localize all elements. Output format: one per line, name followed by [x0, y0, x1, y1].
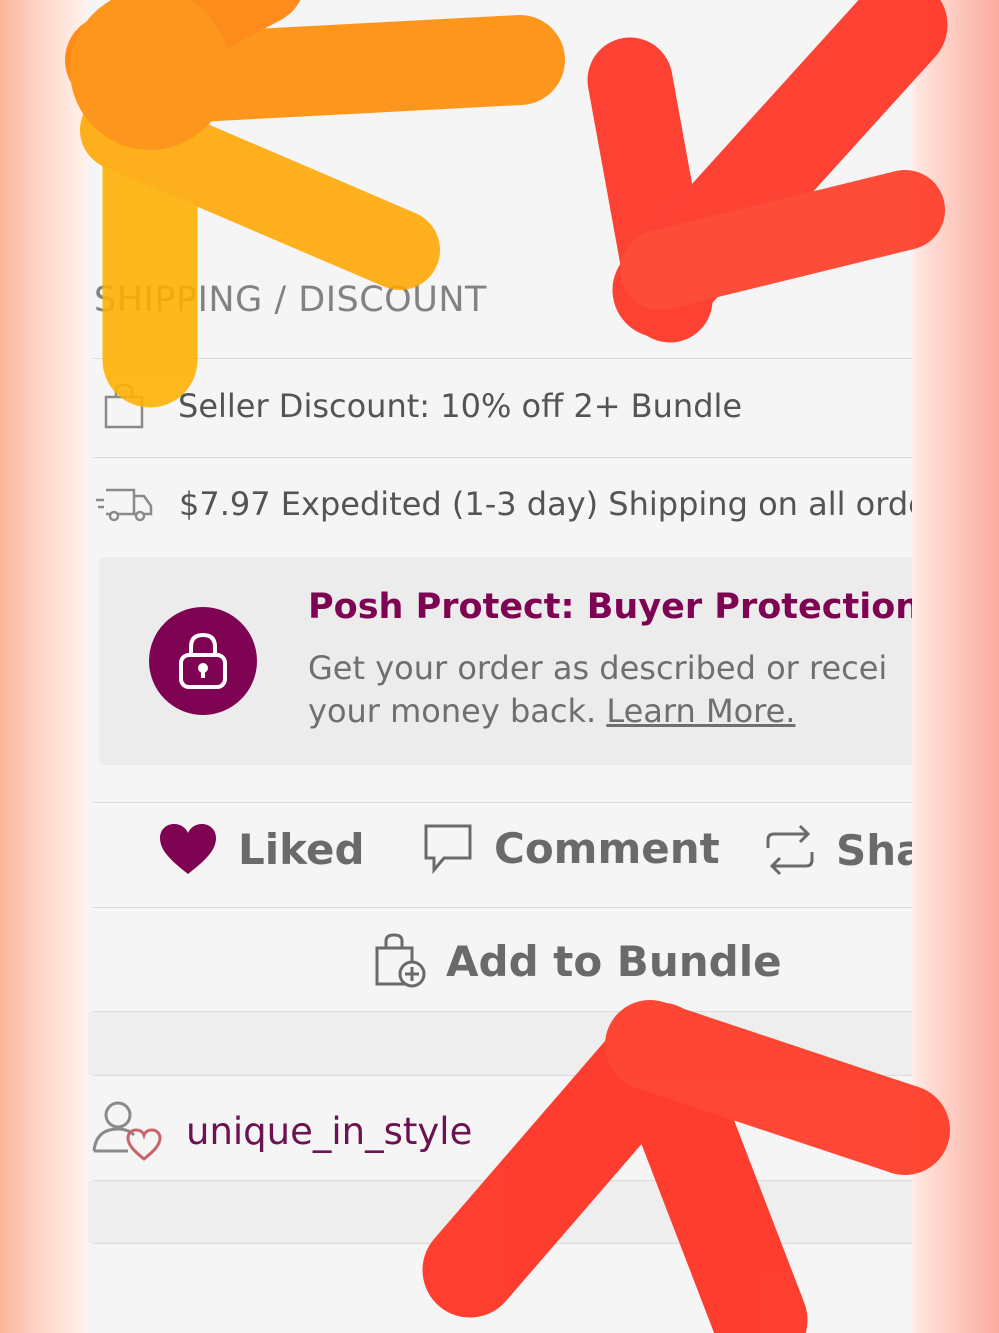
listing-screen: SHIPPING / DISCOUNT Seller Discount: 10%…	[88, 0, 912, 1333]
shopping-bag-icon	[102, 381, 146, 431]
discount-text: Seller Discount: 10% off 2+ Bundle	[178, 387, 743, 425]
heart-icon	[158, 822, 218, 876]
divider	[93, 1075, 912, 1076]
shipping-text: $7.97 Expedited (1-3 day) Shipping on al…	[179, 485, 912, 523]
divider	[93, 1243, 912, 1244]
bundle-bag-plus-icon	[374, 932, 428, 990]
protect-title: Posh Protect: Buyer Protection Po	[308, 587, 912, 627]
person-heart-icon	[92, 1099, 162, 1163]
like-button[interactable]: Liked	[158, 822, 365, 876]
buyer-protection-card: Posh Protect: Buyer Protection Po Get yo…	[99, 557, 912, 765]
comment-button[interactable]: Comment	[422, 822, 720, 875]
divider	[93, 907, 912, 908]
divider	[93, 358, 912, 359]
spacer-band	[88, 1181, 912, 1243]
protect-line-2: your money back. Learn More.	[308, 690, 887, 733]
seller-username[interactable]: unique_in_style	[186, 1110, 472, 1153]
learn-more-link[interactable]: Learn More.	[606, 692, 795, 730]
padlock-icon	[149, 607, 257, 715]
shipping-row[interactable]: $7.97 Expedited (1-3 day) Shipping on al…	[88, 478, 912, 530]
share-button[interactable]: Sha	[764, 822, 912, 878]
add-to-bundle-label: Add to Bundle	[446, 936, 782, 986]
share-arrows-icon	[764, 822, 816, 878]
comment-label: Comment	[494, 823, 720, 873]
like-label: Liked	[238, 824, 365, 874]
divider	[93, 802, 912, 803]
protect-line-1: Get your order as described or recei	[308, 649, 888, 687]
protect-description: Get your order as described or recei you…	[308, 647, 887, 733]
seller-row[interactable]: unique_in_style	[88, 1098, 912, 1164]
share-label: Sha	[836, 825, 912, 875]
protect-line-2-text: your money back.	[308, 692, 607, 730]
add-to-bundle-button[interactable]: Add to Bundle	[374, 932, 782, 990]
divider	[93, 457, 912, 458]
section-title: SHIPPING / DISCOUNT	[94, 280, 487, 320]
discount-row[interactable]: Seller Discount: 10% off 2+ Bundle	[88, 380, 912, 432]
spacer-band	[88, 1012, 912, 1075]
delivery-truck-icon	[94, 484, 154, 524]
comment-bubble-icon	[422, 822, 474, 875]
